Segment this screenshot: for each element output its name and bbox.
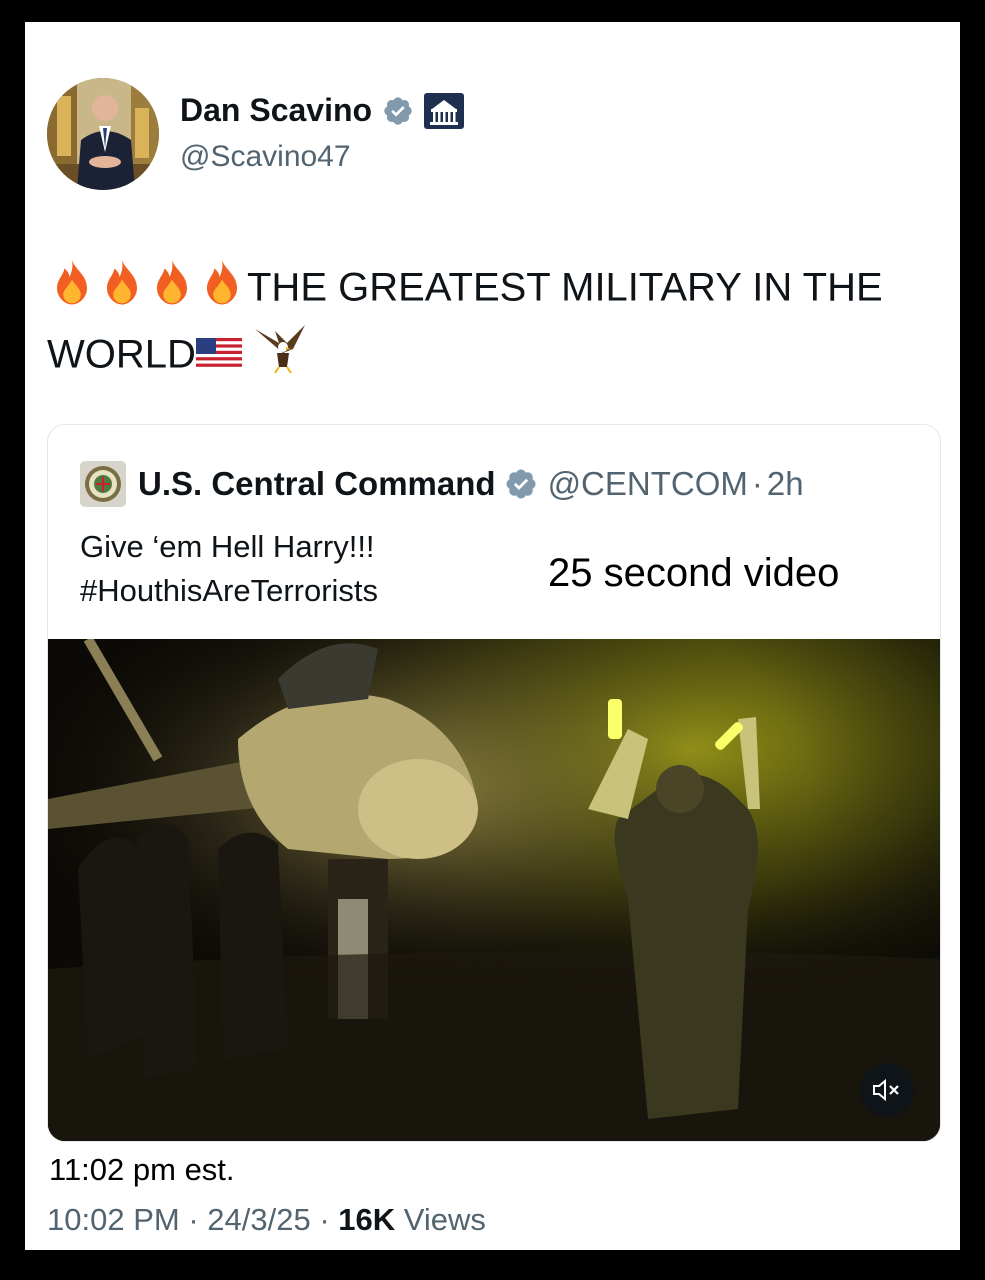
post-text: THE GREATEST MILITARY IN THE WORLD [47,257,947,391]
tweet-card: Dan Scavino @Scavino47 THE GREATEST MILI… [25,22,960,1250]
views-count: 16K [338,1202,396,1237]
avatar-photo [47,78,159,190]
footer-separator: · [188,1202,199,1237]
post-text-world: WORLD [47,332,196,377]
quote-hashtag[interactable]: #HouthisAreTerrorists [80,569,378,613]
quote-separator: · [751,465,763,502]
quote-text: Give ‘em Hell Harry!!! #HouthisAreTerror… [80,525,378,613]
white-house-icon [424,92,465,129]
author-name-row[interactable]: Dan Scavino [180,92,465,129]
author-handle[interactable]: @Scavino47 [180,140,351,174]
verified-badge-icon [384,96,412,125]
author-avatar[interactable] [47,78,159,190]
tweet-footer: 10:02 PM · 24/3/25 · 16K Views [47,1202,486,1238]
est-time-note: 11:02 pm est. [49,1152,235,1187]
fire-icon [97,257,147,323]
eagle-icon [253,323,309,391]
quoted-tweet[interactable]: U.S. Central Command @CENTCOM · 2h Give … [47,424,941,1142]
video-frame [48,636,940,1141]
quote-handle[interactable]: @CENTCOM [548,465,748,503]
video-player[interactable] [48,636,940,1141]
quote-header: U.S. Central Command @CENTCOM · 2h [80,461,804,507]
mute-button[interactable] [860,1063,914,1117]
quote-line-1: Give ‘em Hell Harry!!! [80,529,375,564]
fire-icon [197,257,247,323]
post-date[interactable]: 24/3/25 [207,1202,310,1237]
video-length-note: 25 second video [548,551,840,595]
volume-muted-icon [873,1078,899,1102]
fire-icon [47,257,97,323]
us-flag-icon [195,328,242,386]
centcom-avatar[interactable] [80,461,126,507]
fire-icon [147,257,197,323]
author-name[interactable]: Dan Scavino [180,92,372,129]
post-text-main: THE GREATEST MILITARY IN THE [247,265,883,310]
post-time[interactable]: 10:02 PM [47,1202,180,1237]
verified-badge-icon [506,469,536,499]
footer-separator: · [319,1202,330,1237]
quote-author-name[interactable]: U.S. Central Command [138,465,496,503]
quote-age[interactable]: 2h [767,465,804,503]
views-label[interactable]: Views [404,1202,486,1237]
